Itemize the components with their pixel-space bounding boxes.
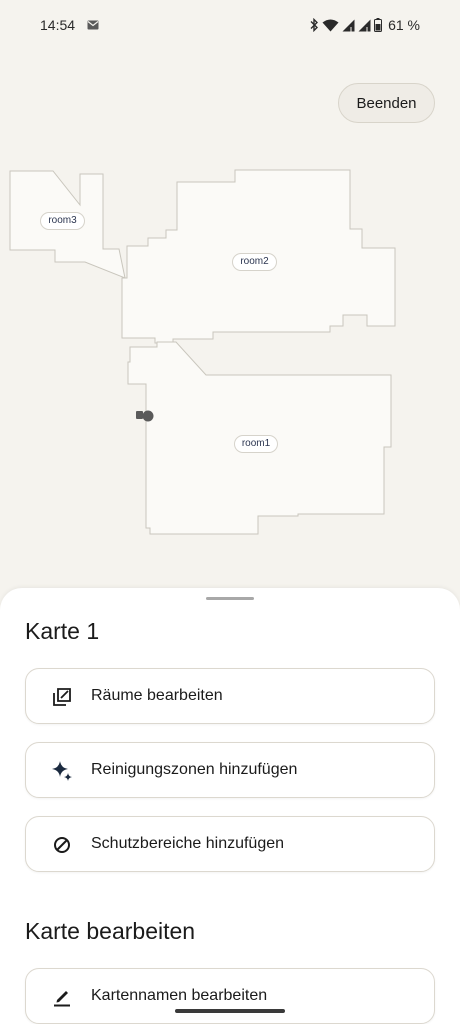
edit-map-name-label: Kartennamen bearbeiten [91,987,268,1004]
status-bar: 14:54 61 % [0,0,460,52]
add-no-go-zones-label: Schutzbereiche hinzufügen [91,835,285,852]
bluetooth-icon [310,18,319,32]
sparkle-icon [52,761,72,781]
add-cleaning-zones-button[interactable]: Reinigungszonen hinzufügen [25,742,435,798]
edit-rooms-label: Räume bearbeiten [91,687,223,704]
robot-icon [136,410,154,422]
signal-icon [358,19,371,31]
edit-map-name-button[interactable]: Kartennamen bearbeiten [25,968,435,1024]
battery-percent: 61 % [388,17,420,33]
mail-icon [87,20,99,30]
room-label-room2[interactable]: room2 [232,253,277,271]
pencil-icon [54,991,70,1007]
home-indicator[interactable] [175,1009,285,1013]
edit-map-title: Karte bearbeiten [25,918,196,944]
signal-icon [342,19,355,31]
end-button[interactable]: Beenden [338,83,435,123]
status-icons: 61 % [309,16,420,34]
bottom-sheet: Karte 1 Räume bearbeiten Reinigungszonen… [0,588,460,1024]
add-no-go-zones-button[interactable]: Schutzbereiche hinzufügen [25,816,435,872]
screen: 14:54 61 % Beenden room3 room2 room1 Kar… [0,0,460,1024]
sheet-title: Karte 1 [25,618,100,644]
room-label-room3[interactable]: room3 [40,212,85,230]
room-label-room1[interactable]: room1 [234,435,278,453]
no-entry-icon [54,837,70,853]
map-area[interactable]: room3 room2 room1 [0,140,460,590]
battery-icon [374,18,383,32]
wifi-icon [322,19,339,31]
edit-rooms-button[interactable]: Räume bearbeiten [25,668,435,724]
edit-rooms-icon [53,688,71,706]
drag-handle[interactable] [206,597,254,600]
floor-map [9,169,396,535]
status-time: 14:54 [40,17,76,33]
add-cleaning-zones-label: Reinigungszonen hinzufügen [91,761,298,778]
